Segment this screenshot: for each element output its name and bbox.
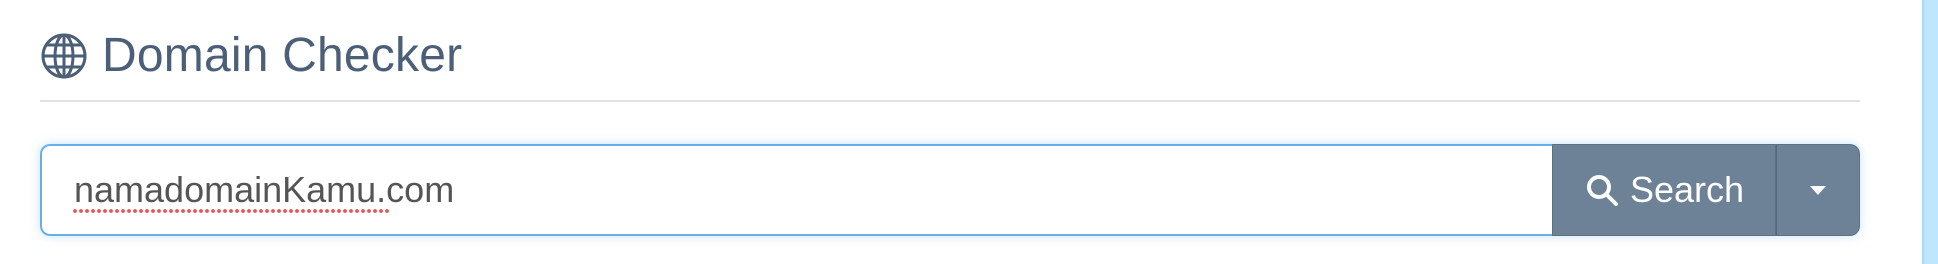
caret-down-icon [1810,185,1826,195]
search-icon [1584,172,1620,208]
right-edge-strip [1922,0,1938,264]
search-options-dropdown-button[interactable] [1776,144,1860,236]
search-button[interactable]: Search [1552,144,1776,236]
panel-header: Domain Checker [40,28,462,84]
search-button-label: Search [1629,169,1745,210]
page: Domain Checker Search [0,0,1938,264]
header-divider [40,100,1860,102]
domain-input-wrapper[interactable] [40,144,1552,236]
domain-search-input[interactable] [74,169,1552,211]
page-title: Domain Checker [102,29,463,82]
globe-icon [40,32,88,80]
domain-search-group: Search [40,144,1860,236]
domain-checker-panel: Domain Checker Search [40,0,1860,264]
